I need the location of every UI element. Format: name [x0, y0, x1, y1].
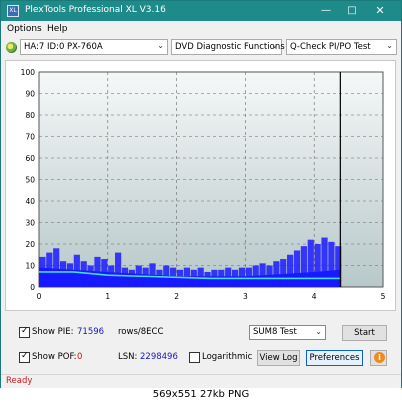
x-tick-label: 0 [37, 292, 42, 301]
pie-bar [245, 267, 252, 287]
pie-bar [87, 265, 94, 287]
logarithmic-label: Logarithmic [202, 352, 253, 362]
y-tick-label: 0 [30, 283, 35, 292]
view-log-button[interactable]: View Log [257, 350, 300, 366]
sum-test-value: SUM8 Test [253, 327, 297, 337]
chevron-down-icon: ⌄ [157, 41, 164, 50]
pie-bar [252, 265, 259, 287]
chevron-down-icon: ⌄ [271, 41, 278, 50]
pie-bar [300, 246, 307, 287]
function-select-value: DVD Diagnostic Functions [175, 42, 285, 52]
pie-bar [176, 269, 184, 287]
function-select[interactable]: DVD Diagnostic Functions ⌄ [171, 39, 285, 55]
pie-bar [149, 263, 156, 287]
chevron-down-icon: ⌄ [386, 41, 393, 50]
pie-bar [121, 267, 129, 287]
drive-select-value: HA:7 ID:0 PX-760A [24, 42, 103, 52]
pie-unit: rows/8ECC [118, 327, 164, 337]
y-tick-label: 30 [25, 219, 35, 228]
pie-bar [238, 267, 246, 287]
menu-options[interactable]: Options [7, 24, 42, 34]
info-button[interactable]: i [370, 350, 387, 366]
y-tick-label: 50 [25, 176, 35, 185]
pof-value: 0 [77, 352, 83, 362]
preferences-button[interactable]: Preferences [306, 350, 363, 366]
close-button[interactable]: ✕ [369, 3, 391, 19]
pie-bar [293, 250, 301, 287]
pie-bar [307, 239, 314, 287]
x-tick-label: 2 [174, 292, 179, 301]
test-select[interactable]: Q-Check PI/PO Test ⌄ [286, 39, 397, 55]
y-tick-label: 10 [25, 262, 35, 271]
pie-bar [273, 261, 280, 287]
lsn-label: LSN: [118, 352, 138, 362]
image-caption-bar: 569x551 27kb PNG [0, 388, 402, 404]
status-bar: Ready [1, 374, 401, 388]
app-window: XL PlexTools Professional XL V3.16 — □ ✕… [0, 0, 402, 404]
pie-bar [108, 265, 115, 287]
control-panel: ✓ Show PIE: 71596 rows/8ECC SUM8 Test ⌄ … [1, 315, 401, 371]
pie-bar [204, 271, 211, 287]
y-tick-label: 40 [25, 197, 35, 206]
pie-bar [128, 269, 135, 287]
start-button[interactable]: Start [342, 325, 387, 341]
window-title: PlexTools Professional XL V3.16 [25, 5, 166, 15]
y-tick-label: 100 [21, 68, 36, 77]
x-tick-label: 3 [243, 292, 248, 301]
pie-bar [156, 269, 163, 287]
menu-help[interactable]: Help [47, 24, 68, 34]
pie-bar [266, 265, 273, 287]
pie-bar [142, 267, 149, 287]
pie-bar [80, 261, 87, 287]
info-icon: i [374, 352, 385, 363]
title-bar: XL PlexTools Professional XL V3.16 — □ ✕ [1, 1, 401, 21]
pie-bar [314, 244, 321, 287]
pie-bar [59, 261, 67, 287]
disc-icon [6, 42, 17, 53]
y-tick-label: 20 [25, 240, 35, 249]
status-text: Ready [6, 376, 33, 386]
pie-bar [66, 263, 74, 287]
x-tick-label: 4 [312, 292, 317, 301]
show-pie-label: Show PIE: [32, 327, 74, 337]
pie-bar [94, 256, 101, 287]
logarithmic-checkbox[interactable] [189, 352, 200, 363]
maximize-button[interactable]: □ [341, 3, 363, 19]
pie-bar [225, 267, 232, 287]
pie-bar [115, 252, 122, 287]
pie-bar [53, 248, 60, 287]
drive-select[interactable]: HA:7 ID:0 PX-760A ⌄ [20, 39, 168, 55]
pie-value: 71596 [77, 327, 105, 337]
x-tick-label: 5 [381, 292, 386, 301]
pie-bar [287, 254, 294, 287]
sum-test-select[interactable]: SUM8 Test ⌄ [249, 325, 326, 340]
pie-bar [280, 259, 287, 287]
check-icon: ✓ [21, 351, 29, 361]
minimize-button[interactable]: — [315, 3, 337, 19]
pie-bar [101, 259, 108, 287]
pi-chart: 10090807060504030201000 1 2 3 4 5 [21, 68, 386, 301]
y-tick-label: 80 [25, 111, 35, 120]
pi-chart-panel: 100 90 80 70 60 50 40 30 20 10 0 0 1 2 3 4 5 [5, 60, 396, 311]
x-tick-label: 1 [105, 292, 110, 301]
pie-bar [321, 237, 328, 287]
app-logo-icon: XL [7, 5, 19, 17]
y-tick-label: 90 [25, 90, 35, 99]
check-icon: ✓ [21, 326, 29, 336]
pie-bar [73, 254, 80, 287]
toolbar: HA:7 ID:0 PX-760A ⌄ DVD Diagnostic Funct… [1, 38, 401, 58]
test-select-value: Q-Check PI/PO Test [290, 42, 371, 52]
show-pof-checkbox[interactable]: ✓ [19, 351, 30, 363]
y-tick-label: 70 [25, 133, 35, 142]
pie-bar [328, 241, 335, 287]
image-caption: 569x551 27kb PNG [152, 389, 250, 400]
show-pie-checkbox[interactable]: ✓ [19, 326, 30, 338]
lsn-value: 2298496 [140, 352, 178, 362]
pie-bar [259, 263, 266, 287]
menu-bar: Options Help [1, 21, 401, 37]
y-tick-label: 60 [25, 154, 35, 163]
chevron-down-icon: ⌄ [315, 327, 322, 336]
pie-bar [46, 252, 53, 287]
show-pof-label: Show POF: [32, 352, 77, 362]
